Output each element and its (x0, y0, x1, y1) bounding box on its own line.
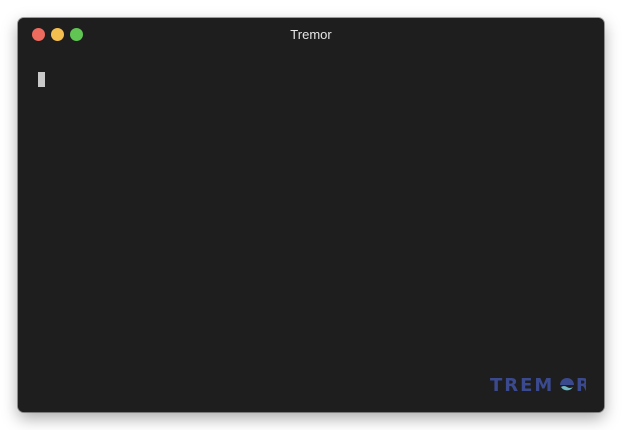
window-title: Tremor (290, 27, 332, 42)
svg-text:TREM: TREM (490, 375, 554, 395)
svg-text:R: R (576, 375, 586, 395)
tremor-logo-wordmark: TREM R (490, 375, 586, 395)
terminal-window: Tremor TREM R (18, 18, 604, 412)
tremor-logo: TREM R (490, 375, 586, 395)
title-bar[interactable]: Tremor (18, 18, 604, 52)
terminal-area[interactable] (18, 52, 604, 412)
text-cursor (38, 72, 45, 87)
